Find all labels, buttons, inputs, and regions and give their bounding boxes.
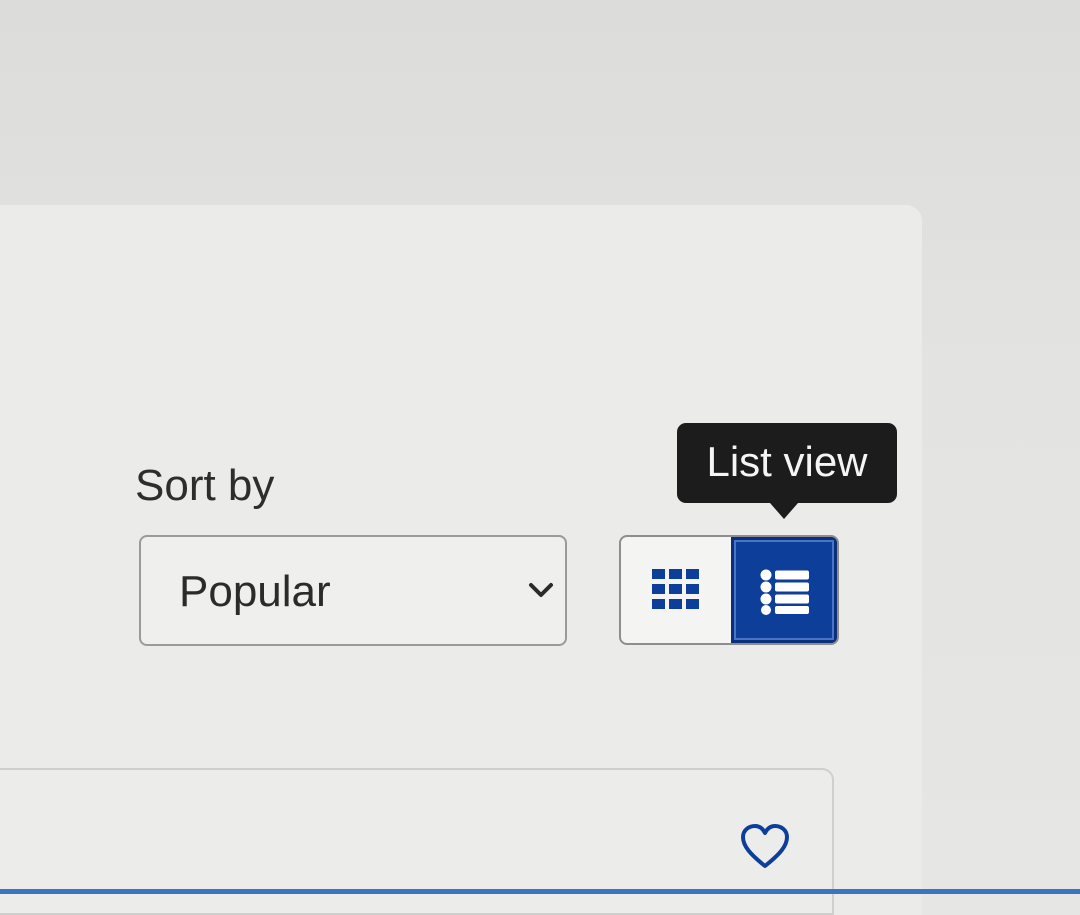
- bottom-divider: [0, 889, 1080, 894]
- heart-icon[interactable]: [740, 824, 790, 870]
- list-view-icon: [760, 569, 809, 615]
- sort-by-label: Sort by: [135, 461, 275, 510]
- view-toggle: [619, 535, 839, 645]
- tooltip-arrow: [770, 503, 798, 519]
- chevron-down-icon: [529, 583, 553, 597]
- tooltip-text: List view: [706, 438, 868, 485]
- grid-view-button[interactable]: [621, 537, 731, 643]
- list-view-tooltip: List view: [677, 423, 897, 519]
- sort-select[interactable]: Popular: [139, 535, 567, 646]
- grid-view-icon: [652, 569, 699, 609]
- sort-selected-value: Popular: [179, 567, 331, 616]
- list-view-button[interactable]: [731, 537, 837, 643]
